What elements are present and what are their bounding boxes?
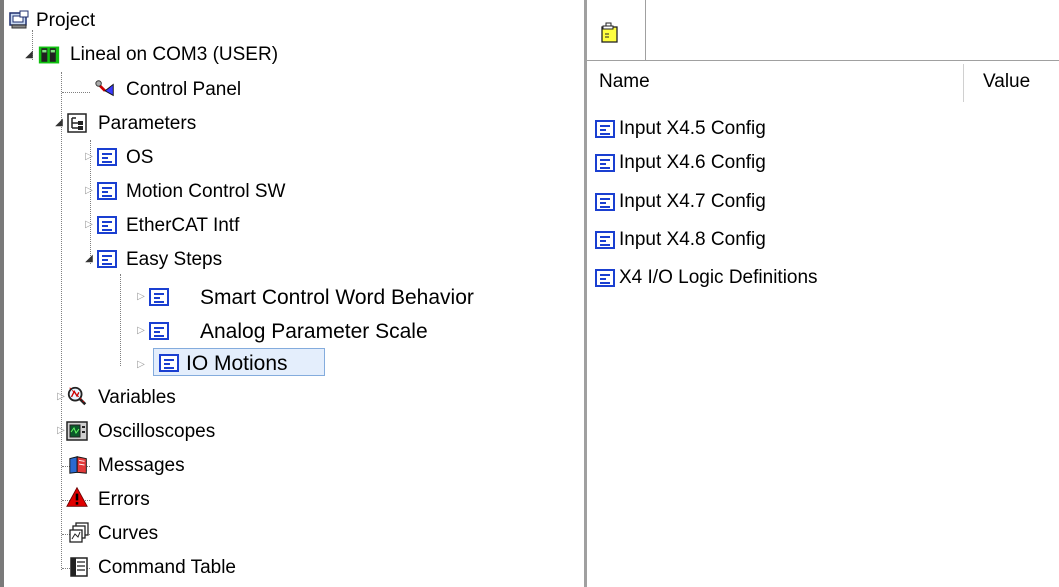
tree-item-motion-control-sw[interactable]: ▷ Motion Control SW xyxy=(4,174,404,208)
curves-icon xyxy=(68,522,90,544)
tree-item-smart-control-word[interactable]: ▷ Smart Control Word Behavior xyxy=(4,280,564,314)
list-item-label: Input X4.6 Config xyxy=(619,152,766,173)
expand-arrow-icon[interactable]: ▷ xyxy=(136,360,146,370)
tree-item-variables[interactable]: ▷ Variables xyxy=(4,380,404,414)
parameter-group-icon xyxy=(96,214,118,236)
expand-arrow-icon[interactable]: ▷ xyxy=(84,152,94,162)
parameter-group-icon xyxy=(148,320,170,342)
collapse-arrow-icon[interactable]: ◢ xyxy=(84,254,94,264)
parameter-group-icon xyxy=(96,248,118,270)
parameter-view-icon xyxy=(599,22,621,43)
tree-item-easy-steps[interactable]: ◢ Easy Steps xyxy=(4,242,404,276)
tree-label-project: Project xyxy=(36,10,96,31)
project-tree[interactable]: Project ◢ Lineal on COM3 (USER) Control … xyxy=(4,0,584,587)
tree-label-analog-parameter-scale: Analog Parameter Scale xyxy=(200,320,428,343)
list-item-label: X4 I/O Logic Definitions xyxy=(619,267,818,288)
tree-item-messages[interactable]: Messages xyxy=(4,448,404,482)
tree-item-control-panel[interactable]: Control Panel xyxy=(4,72,404,106)
column-header-name[interactable]: Name xyxy=(599,62,650,102)
collapse-arrow-icon[interactable]: ◢ xyxy=(24,50,34,60)
list-item[interactable]: X4 I/O Logic Definitions xyxy=(595,261,818,295)
list-item-label: Input X4.5 Config xyxy=(619,118,766,139)
parameters-folder-icon xyxy=(66,112,88,134)
tree-label-errors: Errors xyxy=(98,489,150,510)
list-item-label: Input X4.8 Config xyxy=(619,229,766,250)
tree-label-curves: Curves xyxy=(98,523,159,544)
parameter-group-icon xyxy=(595,231,615,249)
column-separator[interactable] xyxy=(963,64,964,102)
list-item[interactable]: Input X4.7 Config xyxy=(595,185,766,219)
collapse-arrow-icon[interactable]: ◢ xyxy=(54,118,64,128)
tree-label-io-motions: IO Motions xyxy=(186,352,288,375)
expand-arrow-icon[interactable]: ▷ xyxy=(136,292,146,302)
column-header-value[interactable]: Value xyxy=(983,62,1030,102)
parameter-group-icon xyxy=(595,193,615,211)
tree-item-device[interactable]: ◢ Lineal on COM3 (USER) xyxy=(4,38,404,72)
parameter-group-icon xyxy=(595,120,615,138)
messages-book-icon xyxy=(68,454,90,476)
expand-arrow-icon[interactable]: ▷ xyxy=(136,326,146,336)
list-item[interactable]: Input X4.5 Config xyxy=(595,112,766,146)
expand-arrow-icon[interactable]: ▷ xyxy=(56,426,66,436)
tree-label-messages: Messages xyxy=(98,455,185,476)
tree-item-command-table[interactable]: Command Table xyxy=(4,550,404,584)
tree-label-smart-control-word: Smart Control Word Behavior xyxy=(200,286,474,309)
tree-item-project[interactable]: Project xyxy=(4,4,204,38)
tree-label-control-panel: Control Panel xyxy=(126,79,242,100)
tree-item-oscilloscopes[interactable]: ▷ Oscilloscopes xyxy=(4,414,404,448)
tree-label-easy-steps: Easy Steps xyxy=(126,249,223,270)
tree-label-ethercat-intf: EtherCAT Intf xyxy=(126,215,240,236)
tree-item-ethercat-intf[interactable]: ▷ EtherCAT Intf xyxy=(4,208,404,242)
tree-item-analog-parameter-scale[interactable]: ▷ Analog Parameter Scale xyxy=(4,314,564,348)
tree-item-io-motions[interactable]: ▷ IO Motions xyxy=(4,348,564,382)
project-icon xyxy=(8,9,30,31)
list-item-label: Input X4.7 Config xyxy=(619,191,766,212)
tree-label-variables: Variables xyxy=(98,387,176,408)
list-item[interactable]: Input X4.8 Config xyxy=(595,223,766,257)
tree-label-command-table: Command Table xyxy=(98,557,237,578)
tree-label-device: Lineal on COM3 (USER) xyxy=(70,44,279,65)
tree-item-errors[interactable]: Errors xyxy=(4,482,404,516)
parameter-group-icon xyxy=(158,352,180,374)
tree-label-oscilloscopes: Oscilloscopes xyxy=(98,421,216,442)
parameter-group-icon xyxy=(96,146,118,168)
oscilloscope-icon xyxy=(66,420,88,442)
tree-label-motion-control-sw: Motion Control SW xyxy=(126,181,286,202)
control-panel-icon xyxy=(94,78,116,100)
expand-arrow-icon[interactable]: ▷ xyxy=(56,392,66,402)
parameter-group-icon xyxy=(595,154,615,172)
expand-arrow-icon[interactable]: ▷ xyxy=(84,186,94,196)
command-table-icon xyxy=(68,556,90,578)
variables-magnifier-icon xyxy=(66,385,88,407)
tree-label-os: OS xyxy=(126,147,154,168)
tree-item-parameters[interactable]: ◢ Parameters xyxy=(4,106,404,140)
drive-device-icon xyxy=(38,44,60,66)
parameter-group-icon xyxy=(595,269,615,287)
tree-item-curves[interactable]: Curves xyxy=(4,516,404,550)
tab-parameters-view[interactable] xyxy=(587,0,646,60)
parameter-group-icon xyxy=(96,180,118,202)
tree-item-os[interactable]: ▷ OS xyxy=(4,140,404,174)
error-warning-icon xyxy=(66,486,88,508)
tree-label-parameters: Parameters xyxy=(98,113,197,134)
detail-panel: Name Value Input X4.5 Config Input X4.6 … xyxy=(587,0,1059,587)
expand-arrow-icon[interactable]: ▷ xyxy=(84,220,94,230)
tab-bar xyxy=(587,0,1059,61)
list-item[interactable]: Input X4.6 Config xyxy=(595,146,766,180)
parameter-group-icon xyxy=(148,286,170,308)
